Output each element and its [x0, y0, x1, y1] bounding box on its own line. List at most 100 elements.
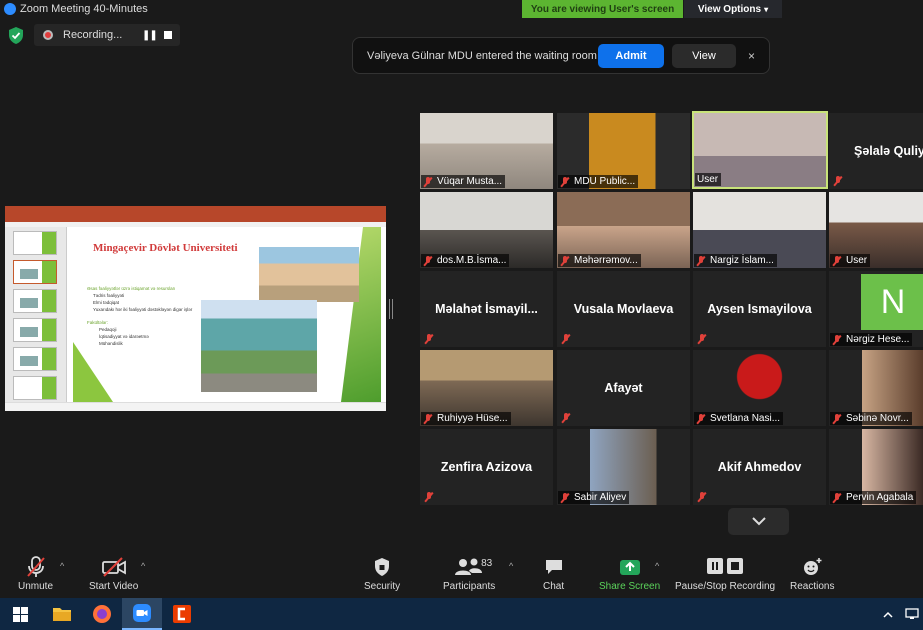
participant-name: Zenfira Azizova	[440, 460, 533, 474]
unmute-button[interactable]: Unmute	[18, 555, 53, 592]
participant-name: Vüqar Musta...	[437, 176, 503, 187]
participant-name: Sabir Aliyev	[574, 492, 627, 503]
participant-tile[interactable]: Şəlalə Quliyeva	[829, 113, 923, 189]
participant-nametag: Pervin Agabala	[830, 491, 917, 504]
reactions-button[interactable]: Reactions	[790, 555, 834, 592]
windows-taskbar	[0, 598, 923, 630]
participant-tile[interactable]: Səbinə Novr...	[829, 350, 923, 426]
chevron-down-icon	[751, 517, 766, 526]
participant-name: User	[846, 255, 868, 266]
admit-button[interactable]: Admit	[598, 43, 664, 68]
shield-check-icon[interactable]	[8, 27, 24, 44]
windows-start-icon[interactable]	[0, 598, 40, 630]
recording-indicator: Recording... ❚❚	[34, 24, 180, 46]
participant-tile[interactable]: Məlahət İsmayil...	[420, 271, 553, 347]
view-button[interactable]: View	[672, 43, 736, 68]
mic-muted-icon	[560, 255, 570, 266]
gallery-scroll-down-button[interactable]	[728, 508, 789, 535]
mic-muted-icon	[697, 334, 707, 344]
participant-tile[interactable]: N Nərgiz Hese...	[829, 271, 923, 347]
participant-name: Vusala Movlaeva	[573, 302, 674, 316]
share-screen-icon	[619, 560, 640, 575]
security-button[interactable]: Security	[364, 555, 400, 592]
view-options-label: View Options	[697, 3, 762, 15]
split-divider-handle[interactable]	[389, 299, 393, 319]
view-options-button[interactable]: View Options ▾	[684, 0, 782, 18]
powerpoint-ribbon	[5, 206, 386, 222]
unmute-options-caret-icon[interactable]: ^	[60, 561, 64, 571]
bullet-subitem: Pedaqoji	[99, 327, 117, 332]
mic-muted-icon	[424, 492, 434, 502]
bullet-heading: Əsas fəaliyyətlər üzrə istiqamət və resu…	[87, 286, 176, 291]
participant-name: Ruhiyyə Hüse...	[437, 413, 508, 424]
participant-tile[interactable]: Nargiz İslam...	[693, 192, 826, 268]
participant-tile[interactable]: MDU Public...	[557, 113, 690, 189]
reactions-icon	[804, 558, 822, 575]
participant-tile[interactable]: Məhərrəmov...	[557, 192, 690, 268]
start-video-label: Start Video	[89, 581, 139, 592]
current-slide: Mingaçevir Dövlət Universiteti Əsas fəal…	[73, 227, 381, 402]
participant-tile[interactable]: Vusala Movlaeva	[557, 271, 690, 347]
participants-count: 83	[481, 558, 493, 569]
participant-tile[interactable]: Zenfira Azizova	[420, 429, 553, 505]
mic-muted-icon	[423, 255, 433, 266]
close-icon[interactable]: ×	[748, 49, 755, 63]
participant-name: Məlahət İsmayil...	[435, 302, 538, 316]
share-options-caret-icon[interactable]: ^	[655, 561, 659, 571]
network-icon[interactable]	[902, 598, 922, 630]
participant-tile-active-speaker[interactable]: User	[692, 111, 828, 189]
chat-button[interactable]: Chat	[543, 555, 564, 592]
participant-name: User	[697, 174, 719, 185]
pause-icon[interactable]: ❚❚	[142, 30, 158, 41]
participant-nametag: Ruhiyyə Hüse...	[421, 412, 511, 425]
video-off-icon	[101, 557, 126, 577]
avatar: N	[861, 274, 923, 330]
zoom-icon[interactable]	[122, 598, 162, 630]
participant-name: Svetlana Nasi...	[710, 413, 781, 424]
bullet-subitem: İqtisadiyyat və idarəetmə	[99, 334, 149, 339]
chat-label: Chat	[543, 581, 565, 592]
title-bar: Zoom Meeting 40-Minutes	[0, 0, 923, 18]
participant-tile[interactable]: Vüqar Musta...	[420, 113, 553, 189]
notification-message: Vəliyeva Gülnar MDU entered the waiting …	[367, 49, 597, 62]
participant-nametag: Vüqar Musta...	[421, 175, 506, 188]
participant-name: Şəlalə Quliyeva	[854, 144, 923, 158]
recording-dot-icon	[43, 30, 53, 40]
participant-tile[interactable]: User	[829, 192, 923, 268]
video-options-caret-icon[interactable]: ^	[141, 561, 145, 571]
participant-nametag: User	[695, 173, 722, 186]
shared-screen[interactable]: Mingaçevir Dövlət Universiteti Əsas fəal…	[5, 206, 386, 411]
participant-nametag: dos.M.B.İsma...	[421, 254, 510, 267]
office-icon[interactable]	[162, 598, 202, 630]
unmute-label: Unmute	[18, 581, 54, 592]
start-video-button[interactable]: Start Video	[89, 555, 138, 592]
participant-tile[interactable]: Afayət	[557, 350, 690, 426]
stop-icon[interactable]	[164, 31, 172, 39]
mic-muted-icon	[832, 413, 842, 424]
participants-label: Participants	[443, 581, 496, 592]
participant-tile[interactable]: Aysen Ismayilova	[693, 271, 826, 347]
slide-thumbnail	[13, 231, 57, 255]
slide-thumbnail	[13, 376, 57, 400]
share-screen-button[interactable]: Share Screen	[599, 555, 660, 592]
participant-tile[interactable]: dos.M.B.İsma...	[420, 192, 553, 268]
zoom-window: { "window": { "title": "Zoom Meeting 40-…	[0, 0, 923, 630]
participant-tile[interactable]: Akif Ahmedov	[693, 429, 826, 505]
slide-thumbnail	[13, 289, 57, 313]
shield-icon	[375, 558, 390, 576]
pause-stop-recording-button[interactable]: Pause/Stop Recording	[675, 555, 775, 592]
participants-options-caret-icon[interactable]: ^	[509, 561, 513, 571]
tray-chevron-up-icon[interactable]	[878, 598, 898, 630]
participant-tile[interactable]: Svetlana Nasi...	[693, 350, 826, 426]
file-explorer-icon[interactable]	[42, 598, 82, 630]
slide-decoration	[73, 342, 113, 402]
participant-nametag: User	[830, 254, 871, 267]
slide-thumbnail	[13, 260, 57, 284]
participant-tile[interactable]: Ruhiyyə Hüse...	[420, 350, 553, 426]
participant-name: dos.M.B.İsma...	[437, 255, 507, 266]
firefox-icon[interactable]	[82, 598, 122, 630]
reactions-label: Reactions	[790, 581, 835, 592]
participant-tile[interactable]: Sabir Aliyev	[557, 429, 690, 505]
participants-button[interactable]: 83 Participants	[443, 555, 495, 592]
participant-tile[interactable]: Pervin Agabala	[829, 429, 923, 505]
